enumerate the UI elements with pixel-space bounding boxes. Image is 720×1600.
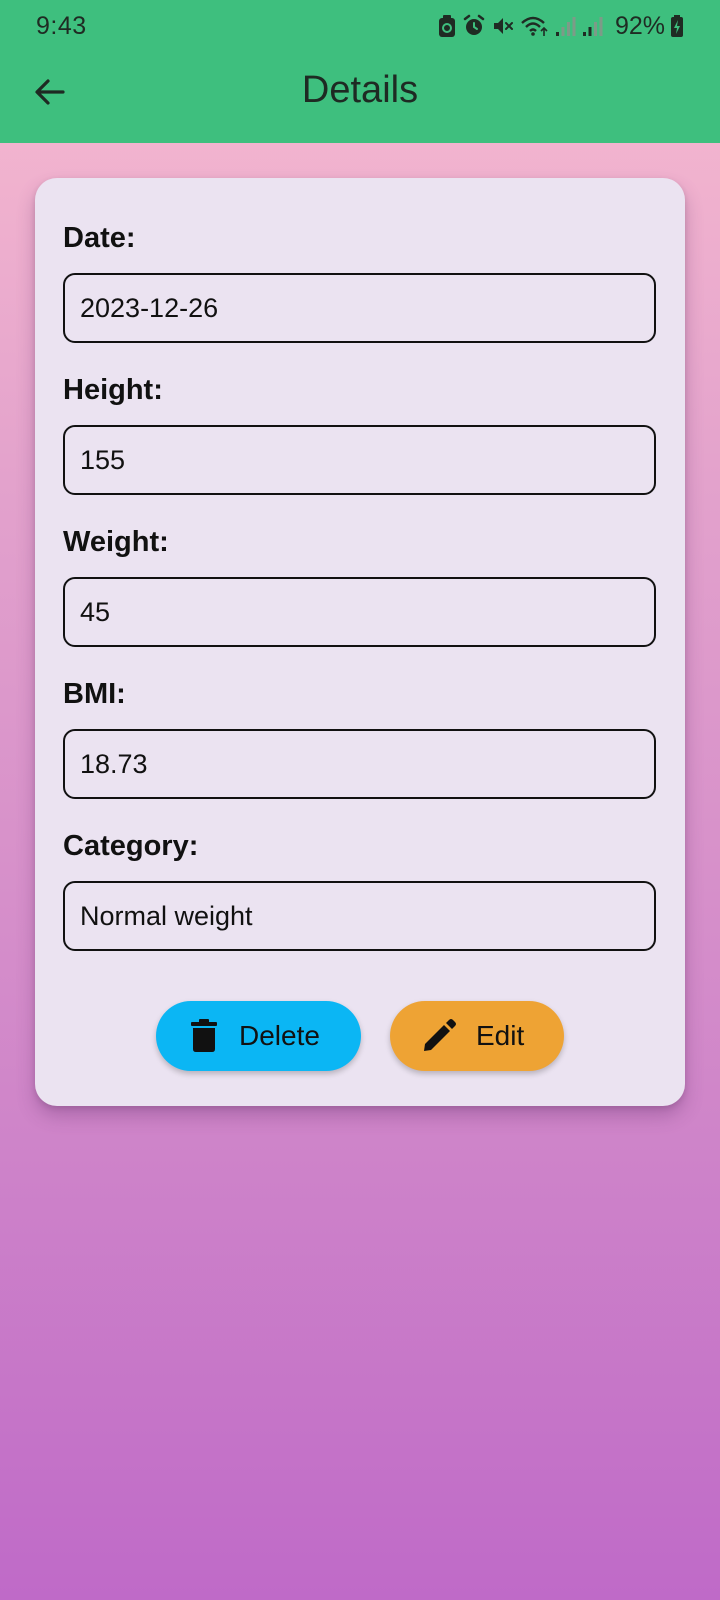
wifi-icon xyxy=(520,14,550,38)
trash-icon xyxy=(189,1019,219,1053)
pencil-icon xyxy=(422,1019,456,1053)
toolbar: Details xyxy=(0,52,720,143)
android-icon xyxy=(437,14,457,38)
delete-button-label: Delete xyxy=(239,1020,320,1051)
mute-icon xyxy=(491,14,515,38)
date-label: Date: xyxy=(63,222,136,254)
status-bar: 9:43 92% xyxy=(0,0,720,52)
weight-label: Weight: xyxy=(63,526,169,558)
date-field[interactable] xyxy=(63,273,656,343)
signal-icon xyxy=(555,14,577,38)
battery-percent: 92% xyxy=(614,11,665,40)
bmi-field[interactable] xyxy=(63,729,656,799)
bmi-label: BMI: xyxy=(63,678,126,710)
details-card: Date: Height: Weight: BMI: Category: Del… xyxy=(35,178,685,1106)
category-label: Category: xyxy=(63,830,199,862)
app-bar: 9:43 92% Details xyxy=(0,0,720,143)
height-label: Height: xyxy=(63,374,163,406)
edit-button-label: Edit xyxy=(476,1020,525,1051)
alarm-icon xyxy=(462,14,486,38)
battery-icon xyxy=(670,14,684,38)
page-title: Details xyxy=(301,69,419,111)
delete-button[interactable]: Delete xyxy=(156,1001,361,1071)
signal-icon xyxy=(582,14,604,38)
weight-field[interactable] xyxy=(63,577,656,647)
status-time: 9:43 xyxy=(36,11,87,40)
category-field[interactable] xyxy=(63,881,656,951)
height-field[interactable] xyxy=(63,425,656,495)
status-icons: 92% xyxy=(437,12,684,41)
edit-button[interactable]: Edit xyxy=(390,1001,564,1071)
